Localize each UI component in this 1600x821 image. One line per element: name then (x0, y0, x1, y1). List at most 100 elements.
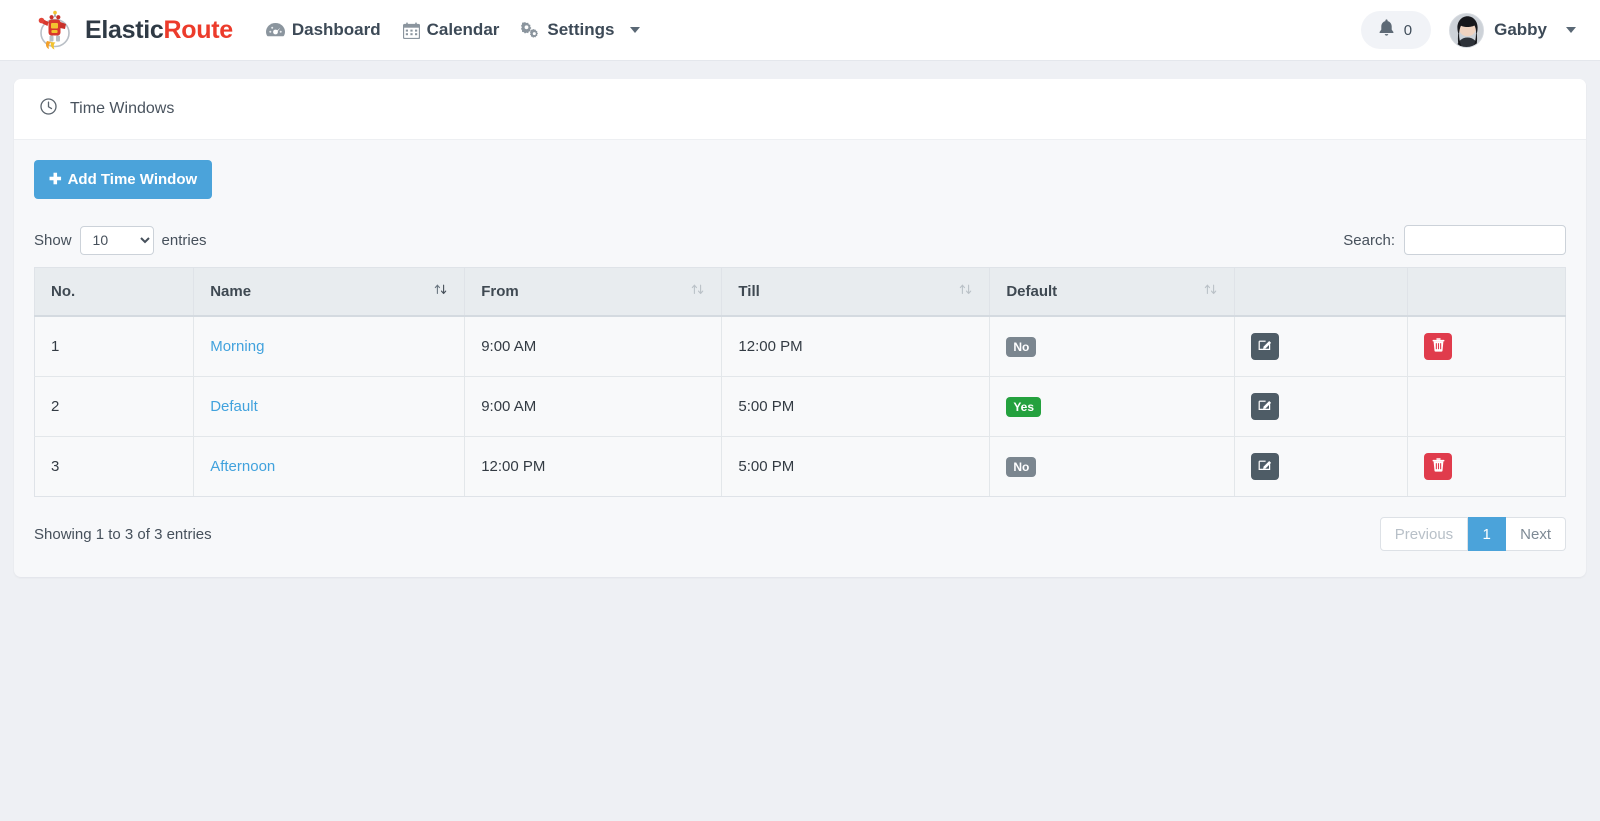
nav-item-settings-label: Settings (547, 20, 614, 40)
cell-delete (1408, 316, 1566, 377)
cell-delete (1408, 437, 1566, 497)
top-navbar: ElasticRoute Dashboard Calendar (0, 0, 1600, 61)
time-window-link[interactable]: Morning (210, 338, 264, 355)
trash-icon (1432, 338, 1445, 355)
notifications-button[interactable]: 0 (1361, 11, 1431, 49)
panel-header: Time Windows (14, 79, 1586, 140)
edit-button[interactable] (1251, 453, 1279, 480)
plus-icon: ✚ (49, 172, 62, 187)
table-header-row: No. Name From (35, 268, 1566, 317)
notification-count: 0 (1404, 22, 1412, 39)
search-control: Search: (1343, 225, 1566, 255)
column-header-no[interactable]: No. (35, 268, 194, 317)
sort-updown-icon (958, 282, 973, 301)
brand-name-part1: Elastic (85, 16, 164, 44)
table-controls: Show 102550100 entries Search: (34, 225, 1566, 255)
cell-no: 2 (35, 377, 194, 437)
time-windows-panel: Time Windows ✚ Add Time Window Show 1025… (14, 79, 1586, 577)
navbar-right-group: 0 Gabby (1361, 11, 1576, 49)
nav-item-calendar[interactable]: Calendar (392, 14, 511, 46)
add-time-window-button[interactable]: ✚ Add Time Window (34, 160, 212, 199)
trash-icon (1432, 458, 1445, 475)
table-head: No. Name From (35, 268, 1566, 317)
user-menu[interactable]: Gabby (1449, 13, 1576, 48)
calendar-icon (403, 22, 420, 39)
edit-button[interactable] (1251, 333, 1279, 360)
column-header-default-label: Default (1006, 283, 1057, 300)
column-header-from-label: From (481, 283, 519, 300)
cell-name: Morning (194, 316, 465, 377)
user-chevron-down-icon (1566, 27, 1576, 33)
entries-label: entries (162, 232, 207, 249)
status-badge: Yes (1006, 397, 1041, 417)
tachometer-icon (266, 22, 285, 38)
chevron-down-icon (630, 27, 640, 33)
edit-button[interactable] (1251, 393, 1279, 420)
cogs-icon (521, 22, 540, 39)
clock-icon (40, 98, 57, 120)
edit-pencil-square-icon (1258, 398, 1272, 415)
page-length-select[interactable]: 102550100 (80, 226, 154, 255)
pagination-previous[interactable]: Previous (1380, 517, 1468, 551)
cell-from: 12:00 PM (465, 437, 722, 497)
cell-till: 5:00 PM (722, 377, 990, 437)
cell-from: 9:00 AM (465, 377, 722, 437)
column-header-no-label: No. (51, 283, 75, 300)
panel-body: ✚ Add Time Window Show 102550100 entries… (14, 140, 1586, 577)
cell-edit (1235, 437, 1408, 497)
robot-rocket-logo-icon (34, 10, 76, 50)
time-window-link[interactable]: Afternoon (210, 458, 275, 475)
column-header-till-label: Till (738, 283, 759, 300)
search-input[interactable] (1404, 225, 1566, 255)
edit-pencil-square-icon (1258, 458, 1272, 475)
cell-from: 9:00 AM (465, 316, 722, 377)
brand-name: ElasticRoute (85, 16, 233, 45)
time-windows-table: No. Name From (34, 267, 1566, 497)
sort-updown-icon (1203, 282, 1218, 301)
user-name: Gabby (1494, 20, 1547, 40)
cell-no: 3 (35, 437, 194, 497)
table-row: 2 Default 9:00 AM5:00 PM Yes (35, 377, 1566, 437)
cell-default: Yes (990, 377, 1235, 437)
nav-item-calendar-label: Calendar (427, 20, 500, 40)
page-content: Time Windows ✚ Add Time Window Show 1025… (0, 61, 1600, 577)
column-header-delete (1408, 268, 1566, 317)
table-info: Showing 1 to 3 of 3 entries (34, 526, 212, 543)
pagination: Previous 1 Next (1380, 517, 1566, 551)
cell-delete (1408, 377, 1566, 437)
cell-name: Afternoon (194, 437, 465, 497)
cell-edit (1235, 316, 1408, 377)
table-row: 3 Afternoon 12:00 PM5:00 PM No (35, 437, 1566, 497)
column-header-edit (1235, 268, 1408, 317)
pagination-page-1[interactable]: 1 (1468, 517, 1506, 551)
status-badge: No (1006, 457, 1036, 477)
nav-item-settings[interactable]: Settings (510, 14, 651, 46)
main-nav: Dashboard Calendar (255, 14, 652, 46)
delete-button[interactable] (1424, 453, 1452, 480)
nav-item-dashboard[interactable]: Dashboard (255, 14, 392, 46)
add-time-window-label: Add Time Window (68, 171, 198, 188)
nav-item-dashboard-label: Dashboard (292, 20, 381, 40)
cell-till: 12:00 PM (722, 316, 990, 377)
cell-till: 5:00 PM (722, 437, 990, 497)
page-title: Time Windows (70, 100, 174, 118)
table-row: 1Morning9:00 AM12:00 PMNo (35, 316, 1566, 377)
page-length-control: Show 102550100 entries (34, 226, 207, 255)
cell-name: Default (194, 377, 465, 437)
brand-logo-link[interactable]: ElasticRoute (34, 10, 233, 50)
column-header-from[interactable]: From (465, 268, 722, 317)
pagination-next[interactable]: Next (1506, 517, 1566, 551)
brand-name-part2: Route (164, 16, 233, 44)
search-label: Search: (1343, 232, 1395, 249)
column-header-default[interactable]: Default (990, 268, 1235, 317)
table-body: 1Morning9:00 AM12:00 PMNo2Default9:00 AM… (35, 316, 1566, 497)
time-window-link[interactable]: Default (210, 398, 258, 415)
sort-updown-icon (690, 282, 705, 301)
avatar (1449, 13, 1484, 48)
delete-button[interactable] (1424, 333, 1452, 360)
column-header-till[interactable]: Till (722, 268, 990, 317)
show-label: Show (34, 232, 72, 249)
edit-pencil-square-icon (1258, 338, 1272, 355)
cell-default: No (990, 437, 1235, 497)
column-header-name[interactable]: Name (194, 268, 465, 317)
